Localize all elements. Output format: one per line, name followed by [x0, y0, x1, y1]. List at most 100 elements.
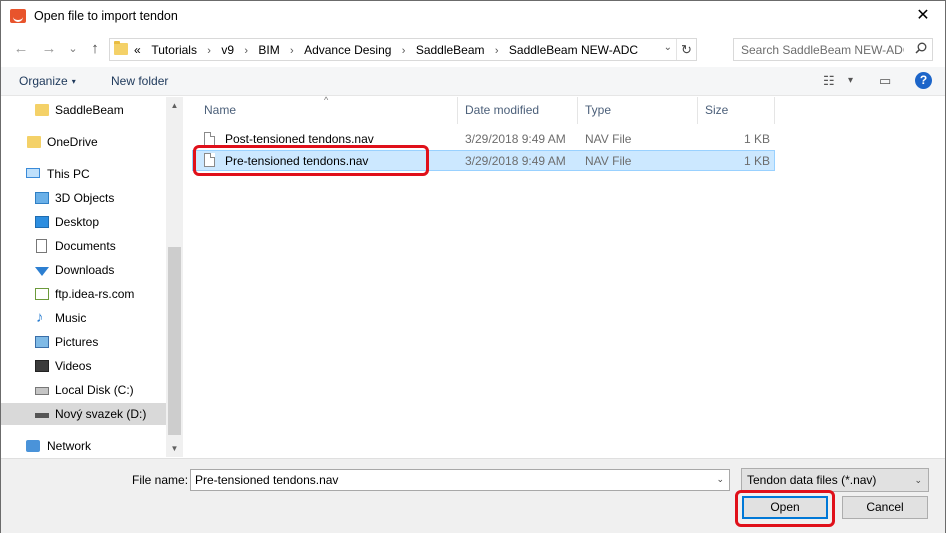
- column-header-type[interactable]: Type: [578, 97, 698, 124]
- sidebar-item-downloads[interactable]: Downloads: [1, 259, 166, 281]
- search-input[interactable]: [734, 39, 904, 60]
- file-date: 3/29/2018 9:49 AM: [465, 132, 566, 146]
- file-type-value: Tendon data files (*.nav): [747, 473, 877, 487]
- column-header-date[interactable]: Date modified: [458, 97, 578, 124]
- address-dropdown-chevron-icon[interactable]: ⌄: [664, 42, 672, 53]
- file-date: 3/29/2018 9:49 AM: [465, 154, 566, 168]
- chevron-right-icon[interactable]: ›: [290, 45, 294, 57]
- videos-icon: [35, 360, 49, 372]
- file-name-dropdown-chevron-icon[interactable]: ⌄: [716, 474, 724, 485]
- sidebar-item-label: 3D Objects: [55, 191, 115, 205]
- back-arrow-icon[interactable]: ←: [12, 40, 30, 58]
- network-icon: [26, 440, 40, 452]
- file-size: 1 KB: [743, 154, 770, 168]
- file-name-input[interactable]: [191, 470, 701, 490]
- file-type-select[interactable]: Tendon data files (*.nav) ⌄: [741, 468, 929, 492]
- scroll-down-icon[interactable]: ▼: [166, 440, 183, 457]
- view-options-icon[interactable]: ☷: [823, 73, 835, 89]
- sidebar-item-documents[interactable]: Documents: [1, 235, 166, 257]
- up-arrow-icon[interactable]: ↑: [86, 40, 104, 58]
- scroll-up-icon[interactable]: ▲: [166, 97, 183, 114]
- new-folder-button[interactable]: New folder: [111, 74, 168, 88]
- sidebar-item-music[interactable]: ♪ Music: [1, 307, 166, 329]
- sidebar-item-label: OneDrive: [47, 135, 98, 149]
- desktop-icon: [35, 216, 49, 228]
- sidebar-item-novy-svazek[interactable]: Nový svazek (D:): [1, 403, 166, 425]
- breadcrumb-item-advance-desing[interactable]: Advance Desing: [304, 43, 391, 57]
- sidebar-item-onedrive[interactable]: OneDrive: [1, 131, 166, 153]
- address-bar[interactable]: « Tutorials › v9 › BIM › Advance Desing …: [109, 38, 697, 61]
- open-file-dialog: Open file to import tendon ✕ ← → ⌄ ↑ « T…: [0, 0, 946, 533]
- breadcrumb-item-tutorials[interactable]: Tutorials: [151, 43, 197, 57]
- window-title: Open file to import tendon: [34, 9, 178, 23]
- scrollbar-thumb[interactable]: [168, 247, 181, 435]
- file-size: 1 KB: [743, 132, 770, 146]
- organize-menu[interactable]: Organize ▾: [19, 74, 76, 88]
- sidebar-item-this-pc[interactable]: This PC: [1, 163, 166, 185]
- cancel-button[interactable]: Cancel: [842, 496, 928, 519]
- sidebar-item-saddlebeam[interactable]: SaddleBeam: [1, 99, 166, 121]
- breadcrumb-item-bim[interactable]: BIM: [258, 43, 279, 57]
- file-icon: [204, 132, 215, 146]
- sidebar-item-ftp[interactable]: ftp.idea-rs.com: [1, 283, 166, 305]
- refresh-icon[interactable]: ↻: [676, 39, 696, 60]
- sort-ascending-icon: ^: [324, 95, 329, 105]
- search-box[interactable]: [733, 38, 933, 61]
- sidebar-item-videos[interactable]: Videos: [1, 355, 166, 377]
- 3d-objects-icon: [35, 192, 49, 204]
- computer-icon: [26, 168, 40, 178]
- help-icon[interactable]: ?: [915, 72, 932, 89]
- organize-label: Organize: [19, 74, 68, 88]
- pictures-icon: [35, 336, 49, 348]
- file-type: NAV File: [585, 132, 632, 146]
- network-location-icon: [35, 288, 49, 300]
- drive-icon: [35, 413, 49, 418]
- local-disk-icon: [35, 387, 49, 395]
- preview-pane-icon[interactable]: ▭: [879, 73, 891, 89]
- navigation-scrollbar[interactable]: ▲ ▼: [166, 97, 183, 457]
- sidebar-item-label: ftp.idea-rs.com: [55, 287, 135, 301]
- breadcrumb-item-saddlebeam[interactable]: SaddleBeam: [416, 43, 485, 57]
- close-button[interactable]: ✕: [911, 5, 935, 27]
- breadcrumb-item-saddlebeam-new-adc[interactable]: SaddleBeam NEW-ADC: [509, 43, 638, 57]
- column-header-name[interactable]: Name ^: [186, 95, 458, 124]
- sidebar-item-label: SaddleBeam: [55, 103, 124, 117]
- folder-icon: [114, 41, 128, 55]
- file-type-chevron-icon: ⌄: [914, 475, 922, 485]
- chevron-right-icon[interactable]: ›: [495, 45, 499, 57]
- sidebar-item-label: Nový svazek (D:): [55, 407, 147, 421]
- downloads-icon: [35, 267, 49, 276]
- navigation-pane: SaddleBeam OneDrive This PC 3D Objects D…: [1, 97, 183, 457]
- sidebar-item-label: Music: [55, 311, 87, 325]
- sidebar-item-pictures[interactable]: Pictures: [1, 331, 166, 353]
- documents-icon: [36, 239, 47, 253]
- recent-locations-chevron-icon[interactable]: ⌄: [64, 40, 82, 58]
- file-name-field[interactable]: ⌄: [190, 469, 730, 491]
- file-type: NAV File: [585, 154, 632, 168]
- sidebar-item-label: Videos: [55, 359, 92, 373]
- breadcrumb-item-v9[interactable]: v9: [221, 43, 234, 57]
- chevron-right-icon[interactable]: ›: [244, 45, 248, 57]
- title-bar: Open file to import tendon ✕: [1, 1, 945, 32]
- sidebar-item-network[interactable]: Network: [1, 435, 166, 457]
- caret-down-icon: ▾: [71, 77, 76, 86]
- search-icon[interactable]: [915, 42, 927, 54]
- sidebar-item-label: Documents: [55, 239, 116, 253]
- breadcrumb-overflow[interactable]: «: [134, 43, 141, 57]
- onedrive-folder-icon: [27, 136, 41, 148]
- sidebar-item-local-disk[interactable]: Local Disk (C:): [1, 379, 166, 401]
- column-header-label: Name: [204, 103, 237, 117]
- view-options-caret-icon[interactable]: ▾: [848, 75, 853, 86]
- sidebar-item-3d-objects[interactable]: 3D Objects: [1, 187, 166, 209]
- address-row: ← → ⌄ ↑ « Tutorials › v9 › BIM › Advance…: [1, 34, 945, 64]
- forward-arrow-icon[interactable]: →: [40, 40, 58, 58]
- chevron-right-icon[interactable]: ›: [402, 45, 406, 57]
- column-header-size[interactable]: Size: [698, 97, 775, 124]
- sidebar-item-label: Desktop: [55, 215, 100, 229]
- highlight-outline-open: [735, 490, 835, 527]
- sidebar-item-label: Local Disk (C:): [55, 383, 134, 397]
- sidebar-item-label: This PC: [47, 167, 90, 181]
- chevron-right-icon[interactable]: ›: [207, 45, 211, 57]
- sidebar-item-desktop[interactable]: Desktop: [1, 211, 166, 233]
- sidebar-item-label: Pictures: [55, 335, 99, 349]
